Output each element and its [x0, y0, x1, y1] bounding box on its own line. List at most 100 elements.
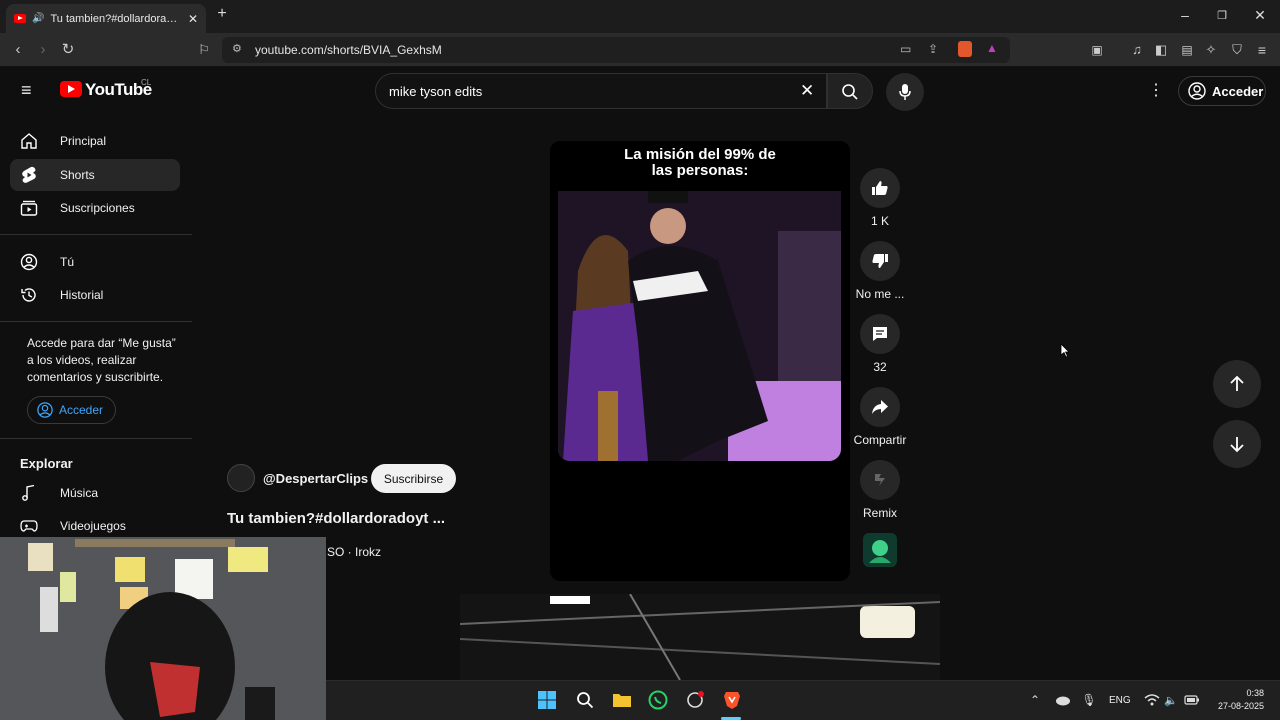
chatgpt-icon[interactable] — [684, 689, 706, 711]
like-action[interactable]: 1 K — [853, 168, 907, 228]
dislike-action[interactable]: No me ... — [853, 241, 907, 301]
sidebar-divider — [0, 438, 192, 439]
clock-time[interactable]: 0:38 — [1212, 688, 1264, 698]
brave-rewards-icon[interactable]: ▲ — [986, 41, 998, 55]
account-icon — [1188, 82, 1206, 100]
share-page-icon[interactable]: ⇪ — [928, 42, 938, 56]
search-input[interactable]: mike tyson edits ✕ — [375, 73, 827, 109]
address-bar[interactable]: ⚙ youtube.com/shorts/BVIA_GexhsM ▭ ⇪ ▲ — [222, 37, 1010, 63]
sidebar-item-subscriptions[interactable]: Suscripciones — [10, 192, 180, 224]
comment-icon — [873, 327, 887, 341]
overlay-line-1: La misión del 99% de — [624, 146, 776, 163]
gamepad-icon — [10, 517, 50, 535]
windows-taskbar: ⌃ 🎙 ENG 🔈 0:38 27-08-2025 — [326, 680, 1280, 720]
volume-icon[interactable]: 🔈 — [1160, 689, 1182, 711]
music-info[interactable]: SO · Irokz — [327, 545, 381, 559]
close-window-button[interactable]: ✕ — [1250, 7, 1270, 24]
sidebar-divider — [0, 234, 192, 235]
remix-button[interactable] — [860, 460, 900, 500]
forward-icon[interactable]: › — [33, 41, 53, 59]
share-action[interactable]: Compartir — [853, 387, 907, 447]
cast-icon[interactable]: ▭ — [900, 42, 911, 56]
brave-shields-icon[interactable] — [958, 41, 972, 57]
speaker-icon[interactable]: 🔊 — [32, 13, 44, 24]
battery-icon[interactable] — [1181, 689, 1203, 711]
clock-date[interactable]: 27-08-2025 — [1212, 701, 1264, 711]
voice-search-button[interactable] — [886, 73, 924, 111]
music-icon — [10, 484, 50, 502]
bookmark-icon[interactable]: ⚐ — [194, 41, 214, 59]
arrow-down-icon — [1230, 437, 1244, 453]
file-explorer-icon[interactable] — [611, 689, 633, 711]
reader-icon[interactable]: ▣ — [1087, 41, 1107, 59]
webcam-overlay — [0, 537, 326, 720]
region-code: CL — [141, 78, 152, 87]
sidebar-item-shorts[interactable]: Shorts — [10, 159, 180, 191]
signin-button[interactable]: Acceder — [1178, 76, 1266, 106]
clear-search-icon[interactable]: ✕ — [800, 81, 814, 101]
show-hidden-icons-icon[interactable]: ⌃ — [1024, 689, 1046, 711]
short-video-player[interactable]: La misión del 99% de las personas: — [550, 141, 850, 581]
audio-thumbnail[interactable] — [863, 533, 897, 567]
hamburger-menu-icon[interactable]: ≡ — [21, 80, 32, 101]
vpn-icon[interactable]: ⛉ — [1227, 41, 1247, 59]
comments-button[interactable] — [860, 314, 900, 354]
minimize-button[interactable]: – — [1175, 7, 1195, 23]
onedrive-icon[interactable] — [1052, 689, 1074, 711]
youtube-logo-icon[interactable] — [60, 81, 82, 97]
microphone-tray-icon[interactable]: 🎙 — [1078, 689, 1100, 711]
sidebar-signin-button[interactable]: Acceder — [27, 396, 116, 424]
leo-ai-icon[interactable]: ✧ — [1201, 41, 1221, 59]
wallet-icon[interactable]: ▤ — [1177, 41, 1197, 59]
sidebar-item-label: Videojuegos — [60, 519, 126, 533]
like-button[interactable] — [860, 168, 900, 208]
next-short-preview[interactable] — [460, 594, 940, 680]
remix-icon — [875, 474, 885, 486]
sidebar-item-principal[interactable]: Principal — [10, 125, 180, 157]
sidebar-divider — [0, 321, 192, 322]
new-tab-button[interactable]: + — [212, 5, 232, 23]
arrow-up-icon — [1230, 375, 1244, 391]
site-settings-icon[interactable]: ⚙ — [232, 42, 242, 55]
more-options-icon[interactable]: ⋮ — [1148, 80, 1164, 100]
sidebar-item-label: Historial — [60, 288, 104, 302]
tab-title: Tu tambien?#dollardoradoyt — [50, 12, 182, 25]
comment-count: 32 — [873, 360, 887, 374]
language-indicator[interactable]: ENG — [1109, 695, 1131, 706]
overlay-line-2: las personas: — [651, 162, 749, 179]
sidebar-toggle-icon[interactable]: ◧ — [1151, 41, 1171, 59]
search-icon[interactable] — [574, 689, 596, 711]
whatsapp-icon[interactable] — [647, 689, 669, 711]
sidebar-item-history[interactable]: Historial — [10, 279, 180, 311]
back-icon[interactable]: ‹ — [8, 41, 28, 59]
webcam-image — [0, 537, 326, 720]
shorts-icon — [10, 166, 50, 184]
close-tab-icon[interactable]: ✕ — [188, 12, 198, 26]
channel-name[interactable]: @DespertarClips — [263, 471, 368, 486]
sidebar-signin-label: Acceder — [59, 403, 104, 417]
remix-action[interactable]: Remix — [853, 460, 907, 520]
user-icon — [10, 253, 50, 271]
search-button[interactable] — [827, 73, 873, 109]
sidebar-item-music[interactable]: Música — [10, 477, 180, 509]
share-button[interactable] — [860, 387, 900, 427]
subscriptions-icon — [10, 199, 50, 217]
media-icon[interactable]: ♫ — [1127, 41, 1147, 59]
account-icon — [37, 402, 53, 418]
short-title[interactable]: Tu tambien?#dollardoradoyt ... — [227, 510, 445, 527]
windows-start-icon[interactable] — [536, 689, 558, 711]
search-query: mike tyson edits — [389, 84, 483, 99]
menu-icon[interactable]: ≡ — [1252, 41, 1272, 59]
brave-browser-icon[interactable] — [721, 689, 743, 711]
subscribe-button[interactable]: Suscribirse — [371, 464, 456, 493]
youtube-header: ≡ YouTube CL mike tyson edits ✕ ⋮ Accede… — [0, 67, 1280, 115]
reload-icon[interactable]: ↻ — [58, 41, 78, 59]
channel-avatar[interactable] — [227, 464, 255, 492]
previous-short-button[interactable] — [1213, 360, 1261, 408]
next-short-button[interactable] — [1213, 420, 1261, 468]
comments-action[interactable]: 32 — [853, 314, 907, 374]
dislike-button[interactable] — [860, 241, 900, 281]
sidebar-item-you[interactable]: Tú — [10, 246, 180, 278]
browser-tab[interactable]: 🔊 Tu tambien?#dollardoradoyt ✕ — [6, 4, 206, 33]
maximize-button[interactable]: ❐ — [1212, 9, 1232, 22]
